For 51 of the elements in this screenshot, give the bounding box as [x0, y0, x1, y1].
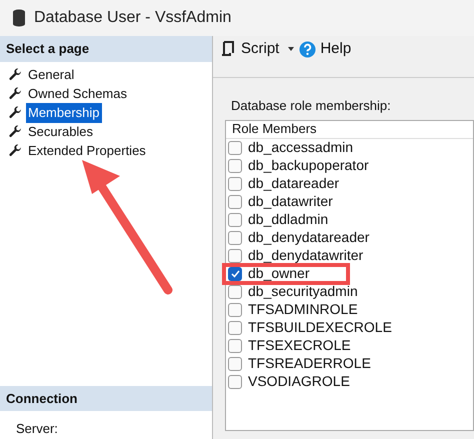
- role-name: db_ddladmin: [248, 210, 328, 229]
- role-name: VSODIAGROLE: [248, 372, 350, 391]
- checkbox[interactable]: [228, 266, 242, 280]
- script-button[interactable]: Script: [221, 38, 284, 60]
- wrench-icon: [8, 106, 22, 120]
- role-name: db_securityadmin: [248, 282, 358, 301]
- page-item[interactable]: General: [26, 65, 76, 85]
- checkbox[interactable]: [228, 356, 242, 370]
- checkbox[interactable]: [228, 338, 242, 352]
- connection-header: Connection: [0, 386, 212, 411]
- column-header: Role Members: [226, 120, 473, 138]
- window-title: Database User - VssfAdmin: [34, 8, 232, 28]
- role-name: TFSBUILDEXECROLE: [248, 318, 392, 337]
- checkbox[interactable]: [228, 140, 242, 154]
- checkbox[interactable]: [228, 212, 242, 226]
- role-name: db_backupoperator: [248, 156, 369, 175]
- wrench-icon: [8, 87, 22, 101]
- sidebar-header: Select a page: [0, 36, 212, 62]
- page-item[interactable]: Securables: [26, 122, 96, 142]
- checkbox[interactable]: [228, 194, 242, 208]
- checkbox[interactable]: [228, 248, 242, 262]
- checkbox[interactable]: [228, 230, 242, 244]
- role-name: db_denydatareader: [248, 228, 370, 247]
- caret-icon[interactable]: [287, 46, 296, 52]
- role-name: db_denydatawriter: [248, 246, 364, 265]
- role-name: TFSADMINROLE: [248, 300, 358, 319]
- page-item[interactable]: Owned Schemas: [26, 84, 129, 104]
- page-item[interactable]: Extended Properties: [26, 141, 148, 161]
- page-item[interactable]: Membership: [26, 103, 102, 123]
- wrench-icon: [8, 144, 22, 158]
- checkbox[interactable]: [228, 302, 242, 316]
- checkbox[interactable]: [228, 374, 242, 388]
- checkbox[interactable]: [228, 284, 242, 298]
- help-icon: [299, 40, 316, 58]
- role-name: TFSREADERROLE: [248, 354, 371, 373]
- check-icon: [230, 270, 240, 278]
- database-icon: [12, 9, 26, 27]
- wrench-icon: [8, 68, 22, 82]
- role-membership-label: Database role membership:: [230, 97, 392, 115]
- help-button[interactable]: Help: [299, 38, 352, 60]
- role-name: db_datareader: [248, 174, 340, 193]
- checkbox[interactable]: [228, 320, 242, 334]
- wrench-icon: [8, 125, 22, 139]
- role-name: db_owner: [248, 264, 310, 283]
- role-name: db_accessadmin: [248, 138, 354, 157]
- checkbox[interactable]: [228, 158, 242, 172]
- role-name: db_datawriter: [248, 192, 333, 211]
- role-name: TFSEXECROLE: [248, 336, 351, 355]
- server-label: Server:: [15, 420, 59, 435]
- script-icon: [221, 41, 235, 58]
- checkbox[interactable]: [228, 176, 242, 190]
